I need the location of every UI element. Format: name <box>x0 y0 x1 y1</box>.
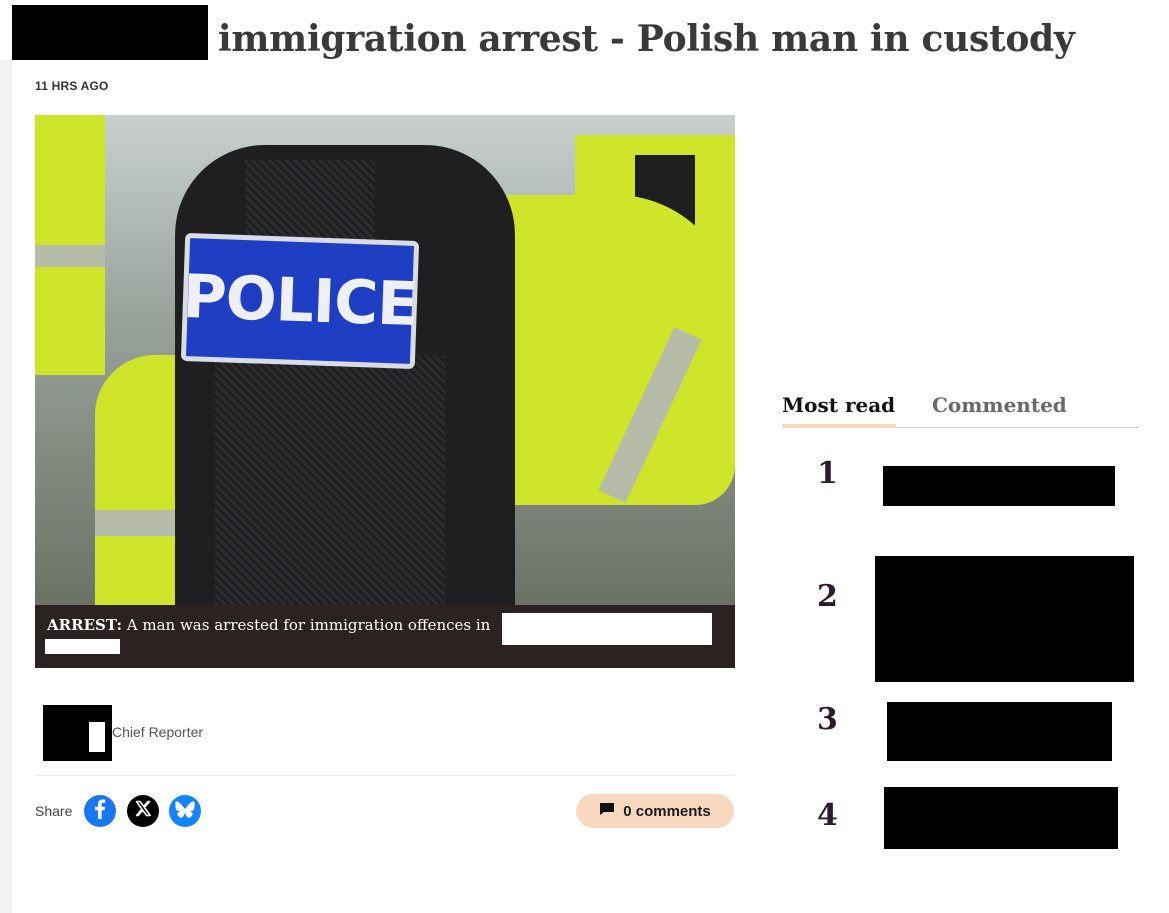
article-hero-image: POLICE <box>35 115 735 605</box>
comments-button[interactable]: 0 comments <box>576 794 734 828</box>
x-icon <box>127 793 159 830</box>
most-read-item-3-redacted[interactable] <box>887 702 1112 761</box>
sidebar-tabs: Most read Commented <box>782 393 1139 428</box>
byline-divider <box>35 775 735 776</box>
avatar-fragment <box>89 722 105 752</box>
comment-icon <box>599 802 615 820</box>
share-label: Share <box>35 803 73 819</box>
rank-number-1: 1 <box>817 456 838 491</box>
police-badge: POLICE <box>180 232 420 370</box>
author-role: Chief Reporter <box>112 724 204 740</box>
share-bluesky-button[interactable] <box>169 795 201 827</box>
rank-number-2: 2 <box>817 579 838 614</box>
tab-commented[interactable]: Commented <box>932 393 1067 417</box>
redacted-caption-line2 <box>45 639 120 654</box>
share-facebook-button[interactable] <box>84 795 116 827</box>
redacted-headline-prefix <box>12 5 208 60</box>
most-read-item-1-redacted[interactable] <box>883 466 1115 506</box>
article-timestamp: 11 HRS AGO <box>35 79 109 93</box>
caption-label: ARREST: <box>47 616 122 634</box>
redacted-caption-location <box>502 613 712 645</box>
most-read-item-2-redacted[interactable] <box>875 556 1134 682</box>
rank-number-3: 3 <box>817 702 838 737</box>
rank-number-4: 4 <box>817 798 838 833</box>
active-tab-indicator <box>782 424 896 428</box>
most-read-item-4-redacted[interactable] <box>884 787 1118 849</box>
facebook-icon <box>84 793 116 830</box>
tab-most-read[interactable]: Most read <box>782 393 895 417</box>
page-title: immigration arrest - Polish man in custo… <box>218 18 1075 60</box>
share-x-button[interactable] <box>127 795 159 827</box>
left-edge-strip <box>0 60 12 913</box>
bluesky-icon <box>169 793 201 830</box>
caption-text: A man was arrested for immigration offen… <box>122 616 491 634</box>
comments-label: 0 comments <box>623 802 711 820</box>
